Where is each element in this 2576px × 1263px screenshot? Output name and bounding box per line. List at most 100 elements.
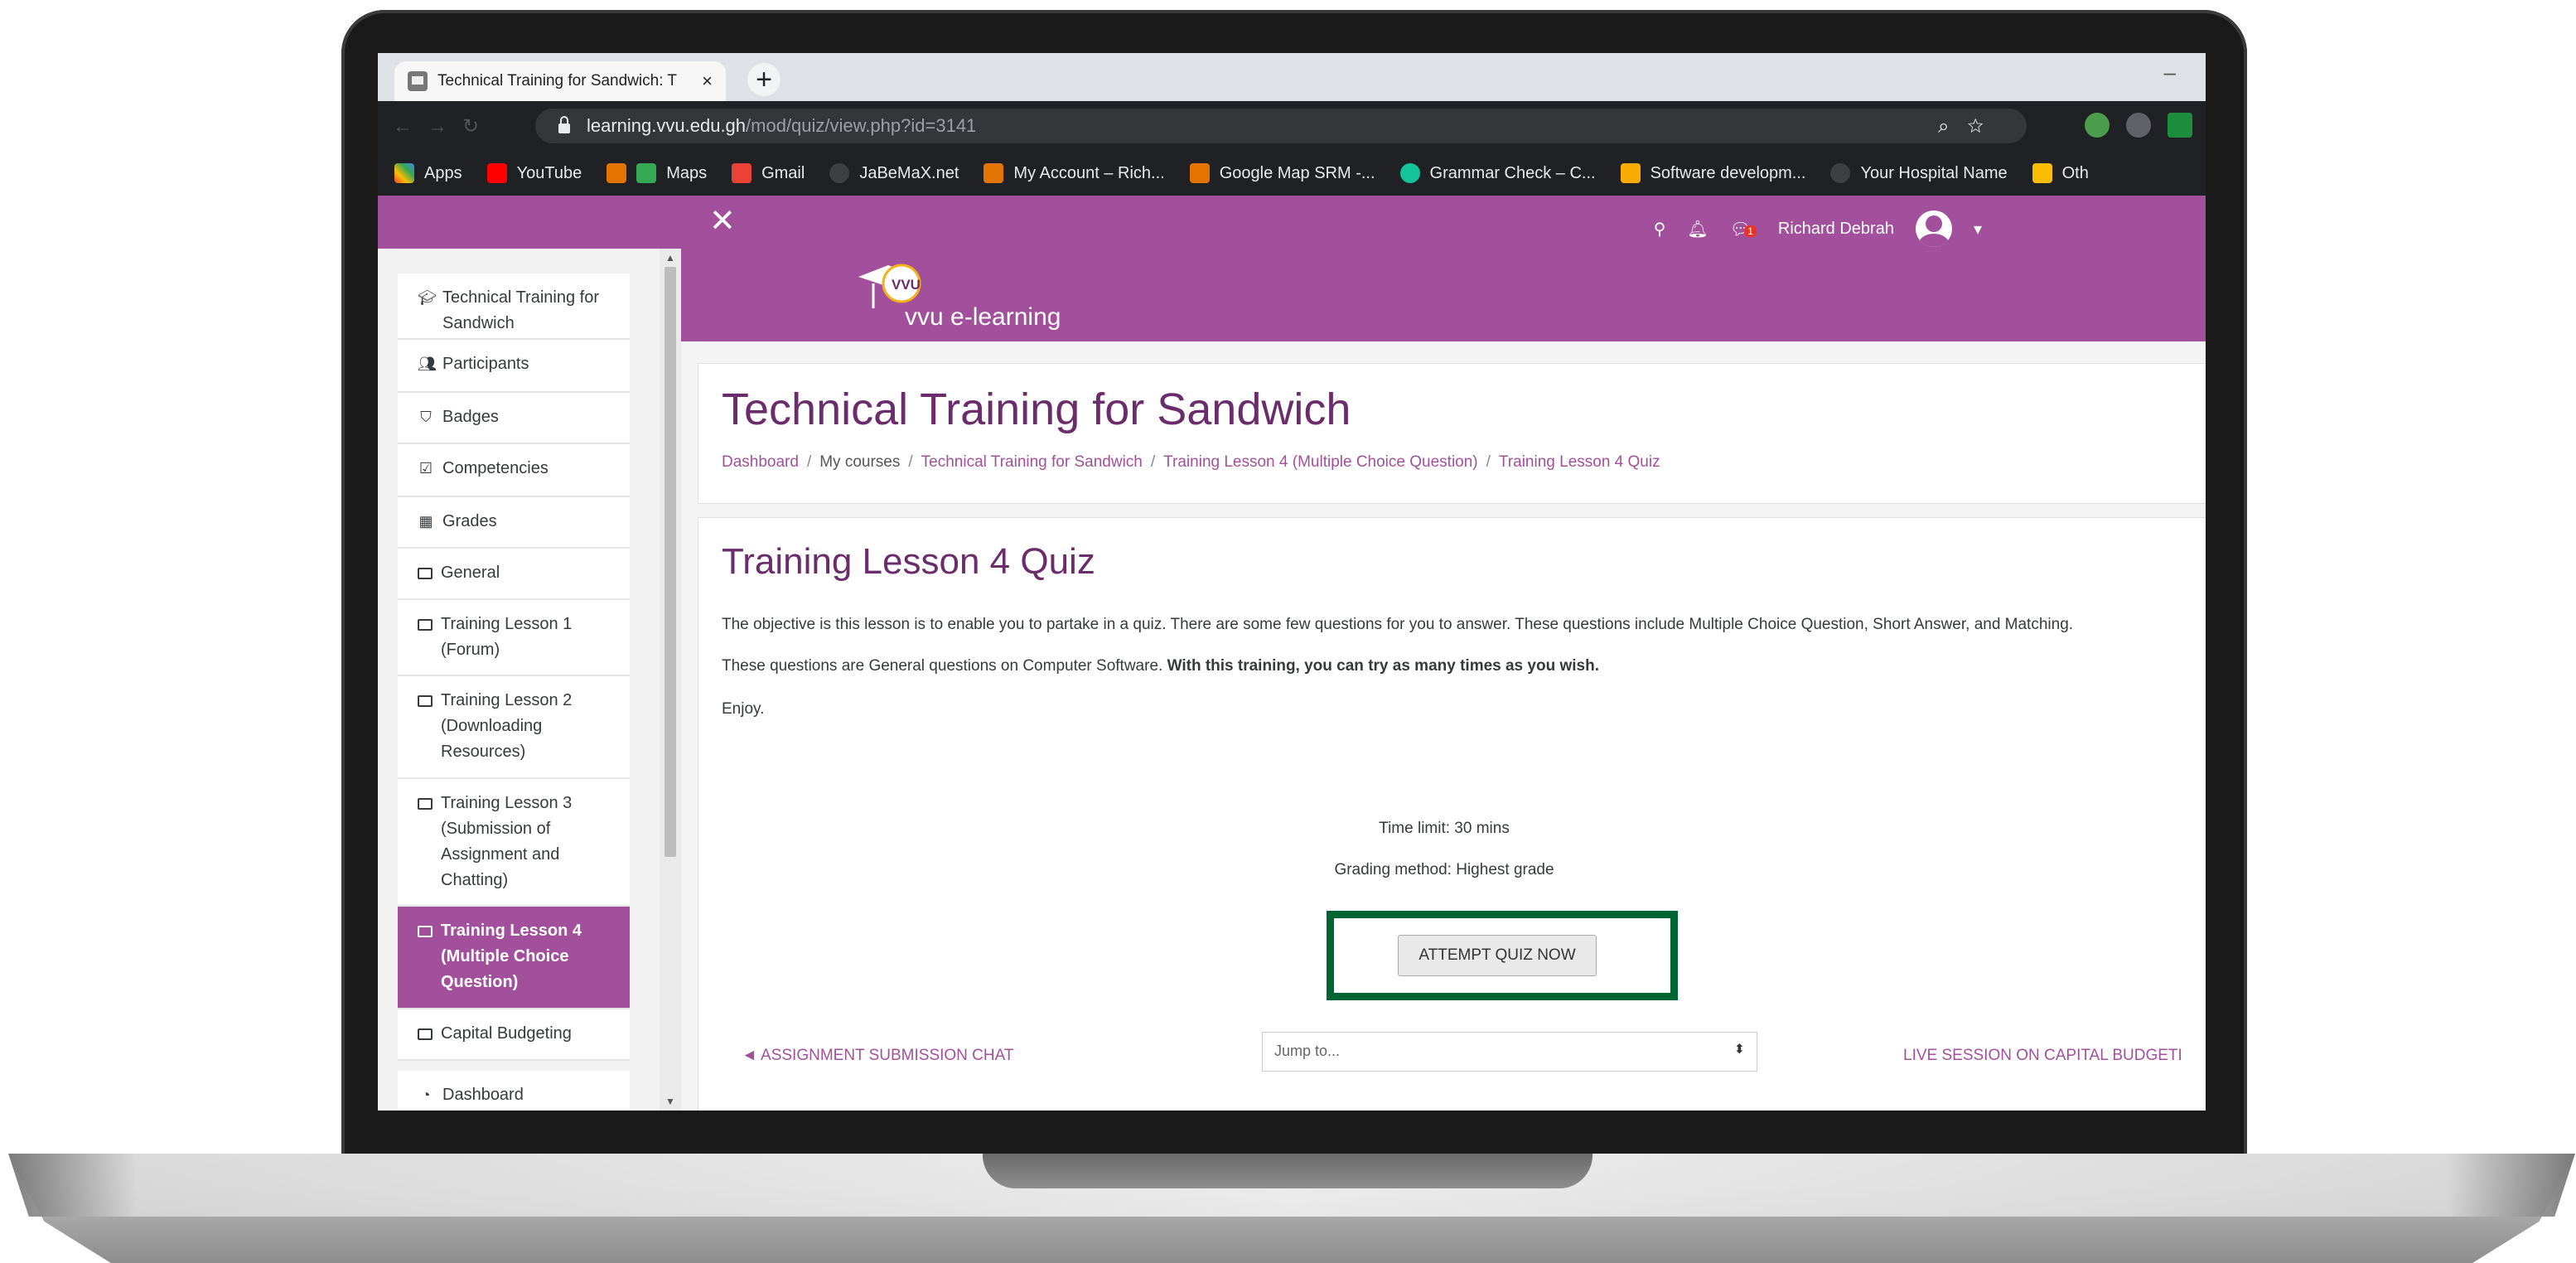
globe-icon xyxy=(829,163,850,183)
bookmark-jabemax[interactable]: JaBeMaX.net xyxy=(829,163,959,183)
avatar[interactable] xyxy=(1915,210,1952,247)
quiz-card: Training Lesson 4 Quiz The objective is … xyxy=(698,517,2206,1111)
scrollbar-thumb[interactable] xyxy=(665,267,676,857)
bookmark-maps[interactable]: Maps xyxy=(607,163,707,183)
nav-drawer: 🎓︎ Technical Training for Sandwich 👥︎ Part… xyxy=(378,249,681,1111)
attempt-quiz-button[interactable]: ATTEMPT QUIZ NOW xyxy=(1398,935,1597,976)
sidebar-item-lesson-1[interactable]: Training Lesson 1 (Forum) xyxy=(398,600,630,676)
page-header: Technical Training for Sandwich Dashboar… xyxy=(698,363,2206,504)
messages-icon[interactable]: 💬︎1 xyxy=(1730,219,1757,240)
table-icon: ▦ xyxy=(418,513,433,530)
extension-icon[interactable] xyxy=(2126,113,2151,138)
folder-icon xyxy=(418,568,433,579)
sidebar-item-capital-budgeting[interactable]: Capital Budgeting xyxy=(398,1009,630,1061)
sidebar-item-lesson-3[interactable]: Training Lesson 3 (Submission of Assignm… xyxy=(398,779,630,907)
search-icon[interactable]: ⚲ xyxy=(1654,219,1666,240)
select-arrows-icon: ⬍ xyxy=(1733,1043,1745,1057)
quiz-intro-line-3: Enjoy. xyxy=(722,700,765,718)
close-drawer-icon[interactable]: ✕ xyxy=(709,202,736,240)
logo-badge: VVU xyxy=(892,277,921,293)
sidebar-item-lesson-2[interactable]: Training Lesson 2 (Downloading Resources… xyxy=(398,676,630,779)
folder-icon xyxy=(418,1028,433,1040)
sidebar-item-general[interactable]: General xyxy=(398,549,630,600)
breadcrumb-course[interactable]: Technical Training for Sandwich xyxy=(921,453,1143,471)
grammarly-icon xyxy=(1399,163,1420,183)
gmail-icon xyxy=(732,163,752,183)
bookmarks-bar: Apps YouTube Maps Gmail JaBeMaX.net My A… xyxy=(378,151,2206,196)
sidebar-item-participants[interactable]: 👥︎ Participants xyxy=(398,340,630,393)
chevron-down-icon[interactable]: ▾ xyxy=(1974,219,1982,240)
scroll-up-icon[interactable]: ▲ xyxy=(665,252,675,264)
bookmark-youtube[interactable]: YouTube xyxy=(486,163,582,183)
graduation-cap-icon: 🎓︎ xyxy=(418,289,437,306)
minimize-icon[interactable]: – xyxy=(2164,60,2176,85)
close-tab-icon[interactable]: × xyxy=(702,70,713,92)
folder-icon xyxy=(418,798,433,810)
grading-method: Grading method: Highest grade xyxy=(1334,861,1554,878)
breadcrumb-section[interactable]: Training Lesson 4 (Multiple Choice Quest… xyxy=(1163,453,1477,471)
extension-icon[interactable] xyxy=(2085,113,2110,138)
bookmark-my-account[interactable]: My Account – Rich... xyxy=(984,163,1165,183)
message-badge: 1 xyxy=(1744,225,1757,237)
main-region: Technical Training for Sandwich Dashboar… xyxy=(681,341,2206,1111)
next-activity-link[interactable]: LIVE SESSION ON CAPITAL BUDGETI xyxy=(1903,1047,2182,1065)
lock-icon xyxy=(558,116,570,133)
globe-icon xyxy=(1830,163,1851,183)
address-bar-row: ←→↻ learning.vvu.edu.gh /mod/quiz/view.p… xyxy=(378,101,2206,151)
sidebar-item-lesson-4[interactable]: Training Lesson 4 (Multiple Choice Quest… xyxy=(398,907,630,1009)
breadcrumb-dashboard[interactable]: Dashboard xyxy=(722,453,799,471)
folder-icon xyxy=(2032,163,2052,183)
bookmark-hospital[interactable]: Your Hospital Name xyxy=(1830,163,2008,183)
browser-tab[interactable]: Technical Training for Sandwich: T × xyxy=(394,61,726,101)
maps-icon xyxy=(636,163,657,183)
site-logo-text[interactable]: vvu e-learning xyxy=(905,303,1061,331)
folder-icon xyxy=(418,619,433,631)
address-bar[interactable]: learning.vvu.edu.gh /mod/quiz/view.php?i… xyxy=(535,109,2027,143)
drawer-scrollbar[interactable]: ▲ ▼ xyxy=(660,249,681,1111)
zoom-star-icons[interactable]: ⌕☆ xyxy=(1938,115,2002,138)
sidebar-item-dashboard[interactable]: ◔ Dashboard xyxy=(398,1071,630,1111)
youtube-icon xyxy=(486,163,507,183)
site-banner: VVU vvu e-learning xyxy=(681,249,2206,341)
quiz-title: Training Lesson 4 Quiz xyxy=(722,541,1095,582)
breadcrumb-my-courses: My courses xyxy=(819,453,901,471)
bookmark-google-map[interactable]: Google Map SRM -... xyxy=(1189,163,1375,183)
breadcrumb: Dashboard / My courses / Technical Training … xyxy=(722,453,1660,471)
scroll-down-icon[interactable]: ▼ xyxy=(665,1096,675,1107)
site-navbar: ✕ ⚲ 🔔︎ 💬︎1 Richard Debrah ▾ xyxy=(378,196,2206,249)
sidebar-item-course[interactable]: 🎓︎ Technical Training for Sandwich xyxy=(398,273,630,340)
dashboard-icon: ◔ xyxy=(421,1086,431,1103)
new-tab-button[interactable]: + xyxy=(747,63,781,96)
laptop-notch xyxy=(983,1154,1592,1188)
bookmark-software[interactable]: Software developm... xyxy=(1620,163,1805,183)
moodle-icon xyxy=(1189,163,1210,183)
navigation-icons[interactable]: ←→↻ xyxy=(393,114,494,138)
checkbox-icon: ☑ xyxy=(418,460,433,477)
bookmark-gmail[interactable]: Gmail xyxy=(732,163,805,183)
quiz-intro-line-1: The objective is this lesson is to enabl… xyxy=(722,616,2074,633)
sidebar-item-badges[interactable]: ⛉ Badges xyxy=(398,393,630,444)
shield-icon: ⛉ xyxy=(420,409,432,425)
bookmark-apps[interactable]: Apps xyxy=(394,163,462,183)
moodle-icon xyxy=(984,163,1004,183)
bell-icon[interactable]: 🔔︎ xyxy=(1687,219,1708,240)
quiz-intro-line-2: These questions are General questions on… xyxy=(722,657,1599,675)
apps-grid-icon xyxy=(394,163,414,183)
moodle-icon xyxy=(607,163,627,183)
jump-to-select[interactable]: Jump to... ⬍ xyxy=(1262,1032,1757,1072)
sidebar-item-competencies[interactable]: ☑ Competencies xyxy=(398,444,630,497)
lightning-icon xyxy=(1620,163,1641,183)
bookmark-grammar[interactable]: Grammar Check – C... xyxy=(1399,163,1596,183)
breadcrumb-quiz[interactable]: Training Lesson 4 Quiz xyxy=(1499,453,1660,471)
browser-tabbar: Technical Training for Sandwich: T × + – xyxy=(378,53,2206,101)
sidebar-item-grades[interactable]: ▦ Grades xyxy=(398,497,630,549)
extension-icon[interactable] xyxy=(2168,113,2192,138)
moodle-favicon-icon xyxy=(408,71,428,91)
previous-activity-link[interactable]: ◄ ASSIGNMENT SUBMISSION CHAT xyxy=(742,1047,1013,1065)
bookmark-other[interactable]: Oth xyxy=(2032,163,2089,183)
screen: Technical Training for Sandwich: T × + –… xyxy=(378,53,2206,1111)
url-path: /mod/quiz/view.php?id=3141 xyxy=(746,115,977,136)
user-name[interactable]: Richard Debrah xyxy=(1778,220,1894,239)
folder-icon xyxy=(418,695,433,707)
users-icon: 👥︎ xyxy=(418,356,437,372)
